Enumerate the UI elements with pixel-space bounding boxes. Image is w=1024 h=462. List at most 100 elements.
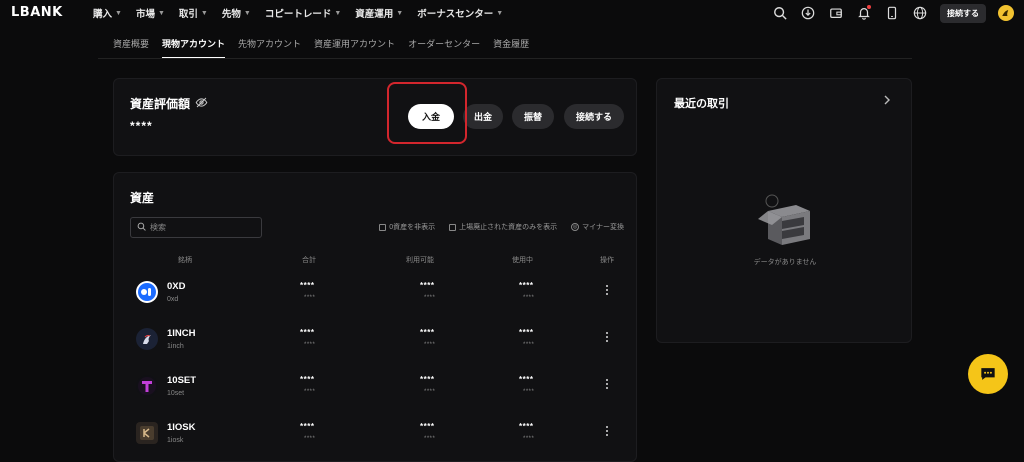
checkbox-icon bbox=[379, 223, 387, 231]
menu-buy-label: 購入 bbox=[93, 9, 113, 20]
available-value: **** bbox=[420, 281, 435, 290]
menu-futures[interactable]: 先物 ▼ bbox=[222, 6, 251, 20]
coin-fullname: 0xd bbox=[167, 296, 179, 303]
coin-symbol: 1IOSK bbox=[167, 422, 196, 433]
assets-title: 資産 bbox=[130, 191, 155, 205]
more-options-icon[interactable] bbox=[602, 424, 612, 438]
available-value-sub: **** bbox=[424, 436, 436, 442]
globe-language-icon[interactable] bbox=[912, 5, 928, 21]
lbank-logo[interactable]: LBANK bbox=[11, 5, 63, 20]
column-header-available: 利用可能 bbox=[406, 257, 434, 264]
tab-funding-history[interactable]: 資金履歴 bbox=[493, 37, 529, 59]
coin-symbol: 10SET bbox=[167, 375, 197, 386]
coin-10set-icon bbox=[136, 375, 158, 397]
deposit-button[interactable]: 入金 bbox=[408, 104, 454, 129]
valuation-title: 資産評価額 bbox=[130, 95, 208, 112]
total-value: **** bbox=[300, 281, 315, 290]
table-row[interactable]: 10SET 10set **** **** **** **** **** ***… bbox=[130, 369, 622, 409]
empty-box-icon bbox=[752, 187, 818, 253]
tab-spot-account[interactable]: 現物アカウント bbox=[162, 37, 226, 59]
delisted-only-label: 上場廃止された資産のみを表示 bbox=[459, 224, 558, 231]
withdraw-button[interactable]: 出金 bbox=[463, 104, 503, 129]
hide-zero-checkbox[interactable]: 0資産を非表示 bbox=[379, 222, 435, 232]
download-icon[interactable] bbox=[800, 5, 816, 21]
total-value-sub: **** bbox=[304, 389, 316, 395]
support-chat-button[interactable] bbox=[968, 354, 1008, 394]
in-use-value: **** bbox=[519, 375, 534, 384]
menu-bonus-center-label: ボーナスセンター bbox=[417, 9, 494, 20]
main-menu: 購入 ▼ 市場 ▼ 取引 ▼ 先物 ▼ コピートレード ▼ 資産運用 ▼ ボーナスセンター ▼ bbox=[93, 0, 517, 26]
total-value-sub: **** bbox=[304, 342, 316, 348]
in-use-value: **** bbox=[519, 281, 534, 290]
mobile-app-icon[interactable] bbox=[884, 5, 900, 21]
menu-bonus-center[interactable]: ボーナスセンター ▼ bbox=[417, 6, 503, 20]
table-row[interactable]: 0XD 0xd **** **** **** **** **** **** bbox=[130, 275, 622, 315]
search-input[interactable] bbox=[150, 223, 250, 232]
in-use-value-sub: **** bbox=[523, 389, 535, 395]
total-value-sub: **** bbox=[304, 436, 316, 442]
total-value: **** bbox=[300, 328, 315, 337]
more-options-icon[interactable] bbox=[602, 330, 612, 344]
assets-card: 資産 0資産を非表示 上場廃止された資産のみを表示 ◎マイナー変換 銘柄 合計 … bbox=[113, 172, 637, 462]
wallet-icon[interactable] bbox=[828, 5, 844, 21]
column-header-action: 操作 bbox=[600, 257, 614, 264]
tab-earn-account[interactable]: 資産運用アカウント bbox=[314, 37, 395, 59]
recent-trades-card: 最近の取引 データがありません bbox=[656, 78, 912, 343]
menu-market[interactable]: 市場 ▼ bbox=[136, 6, 165, 20]
available-value: **** bbox=[420, 375, 435, 384]
divider bbox=[98, 58, 912, 59]
delisted-only-checkbox[interactable]: 上場廃止された資産のみを表示 bbox=[449, 222, 557, 232]
transfer-button[interactable]: 振替 bbox=[512, 104, 554, 129]
notification-bell-icon[interactable] bbox=[856, 5, 872, 21]
menu-trade[interactable]: 取引 ▼ bbox=[179, 6, 208, 20]
column-header-in-use: 使用中 bbox=[512, 257, 533, 264]
header-actions: 接続する bbox=[772, 3, 1014, 23]
tab-order-center[interactable]: オーダーセンター bbox=[408, 37, 480, 59]
tab-asset-overview[interactable]: 資産概要 bbox=[113, 37, 149, 59]
hide-zero-label: 0資産を非表示 bbox=[389, 224, 436, 231]
in-use-value: **** bbox=[519, 422, 534, 431]
account-tabs: 資産概要 現物アカウント 先物アカウント 資産運用アカウント オーダーセンター … bbox=[113, 37, 542, 59]
coin-symbol: 1INCH bbox=[167, 328, 196, 339]
menu-copy-trade[interactable]: コピートレード ▼ bbox=[265, 6, 341, 20]
menu-buy[interactable]: 購入 ▼ bbox=[93, 6, 122, 20]
available-value-sub: **** bbox=[424, 342, 436, 348]
in-use-value: **** bbox=[519, 328, 534, 337]
more-options-icon[interactable] bbox=[602, 377, 612, 391]
table-header: 銘柄 合計 利用可能 使用中 操作 bbox=[130, 255, 622, 267]
eye-hidden-icon[interactable] bbox=[195, 96, 208, 112]
menu-copy-trade-label: コピートレード bbox=[264, 9, 332, 20]
column-header-total: 合計 bbox=[302, 257, 316, 264]
table-row[interactable]: 1INCH 1inch **** **** **** **** **** ***… bbox=[130, 322, 622, 362]
notification-badge bbox=[867, 5, 871, 9]
connect-wallet-button[interactable]: 接続する bbox=[564, 104, 624, 129]
convert-icon: ◎ bbox=[571, 223, 580, 231]
in-use-value-sub: **** bbox=[523, 295, 535, 301]
total-value: **** bbox=[300, 422, 315, 431]
mini-convert-link[interactable]: ◎ マイナー変換 bbox=[571, 222, 624, 232]
coin-0xd-icon bbox=[136, 281, 158, 303]
chevron-right-icon[interactable] bbox=[881, 94, 893, 106]
column-header-name: 銘柄 bbox=[178, 257, 192, 264]
in-use-value-sub: **** bbox=[523, 436, 535, 442]
menu-earn[interactable]: 資産運用 ▼ bbox=[355, 6, 403, 20]
chevron-down-icon: ▼ bbox=[200, 9, 208, 17]
avatar[interactable] bbox=[998, 5, 1014, 21]
coin-1iosk-icon bbox=[136, 422, 158, 444]
tab-futures-account[interactable]: 先物アカウント bbox=[238, 37, 301, 59]
coin-1inch-icon bbox=[136, 328, 158, 350]
asset-search[interactable] bbox=[130, 217, 262, 238]
checkbox-icon bbox=[449, 223, 457, 231]
connect-button[interactable]: 接続する bbox=[940, 3, 986, 23]
menu-earn-label: 資産運用 bbox=[355, 9, 394, 20]
recent-trades-title: 最近の取引 bbox=[674, 98, 729, 110]
more-options-icon[interactable] bbox=[602, 283, 612, 297]
total-value-sub: **** bbox=[304, 295, 316, 301]
menu-futures-label: 先物 bbox=[221, 9, 241, 20]
chevron-down-icon: ▼ bbox=[115, 9, 122, 17]
search-icon[interactable] bbox=[772, 5, 788, 21]
menu-trade-label: 取引 bbox=[178, 9, 198, 20]
asset-filters: 0資産を非表示 上場廃止された資産のみを表示 ◎ マイナー変換 bbox=[379, 222, 624, 232]
table-row[interactable]: 1IOSK 1iosk **** **** **** **** **** ***… bbox=[130, 416, 622, 456]
total-value: **** bbox=[300, 375, 315, 384]
